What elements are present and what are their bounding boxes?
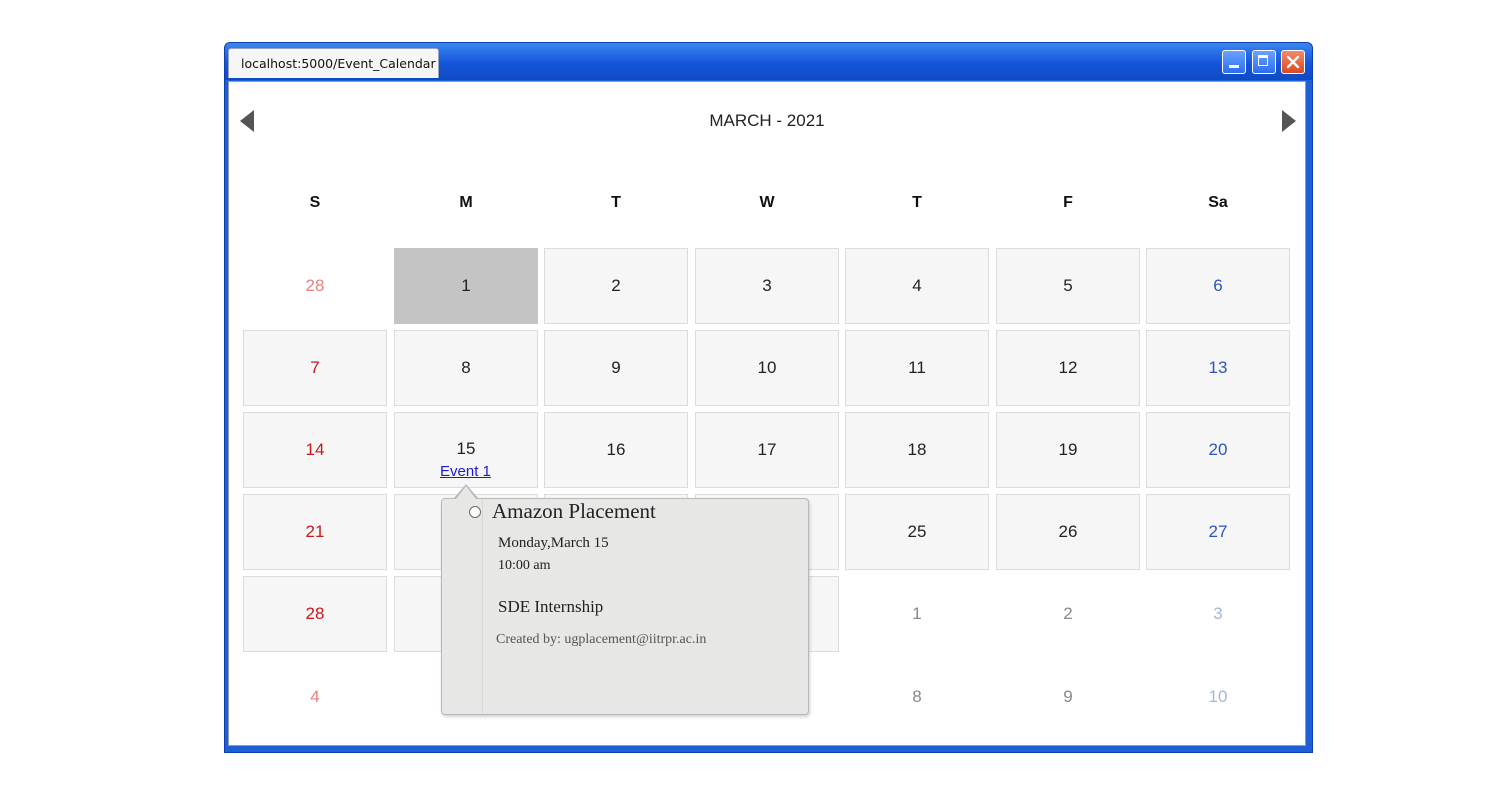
day-cell[interactable]: 26 bbox=[996, 494, 1140, 570]
weekday-header: F bbox=[1063, 194, 1073, 211]
weekday-header: S bbox=[309, 194, 321, 211]
day-cell[interactable]: 10 bbox=[695, 330, 839, 406]
popup-event-description: SDE Internship bbox=[498, 597, 604, 616]
day-cell[interactable]: 25 bbox=[845, 494, 989, 570]
popup-event-time: 10:00 am bbox=[498, 558, 551, 573]
maximize-button[interactable] bbox=[1252, 50, 1276, 74]
day-cell[interactable]: 2 bbox=[544, 248, 688, 324]
event-color-icon bbox=[469, 506, 481, 518]
day-cell[interactable]: 14 bbox=[243, 412, 387, 488]
weekday-header: T bbox=[912, 194, 922, 211]
day-cell-other-month[interactable]: 10 bbox=[1146, 659, 1290, 735]
popup-event-creator: Created by: ugplacement@iitrpr.ac.in bbox=[496, 632, 707, 647]
popup-caret-fill bbox=[456, 486, 476, 499]
day-cell-today[interactable]: 1 bbox=[394, 248, 538, 324]
day-cell[interactable]: 21 bbox=[243, 494, 387, 570]
weekday-header: T bbox=[611, 194, 621, 211]
day-cell-other-month[interactable]: 4 bbox=[243, 659, 387, 735]
next-month-arrow-icon[interactable] bbox=[1282, 110, 1296, 132]
day-cell[interactable]: 11 bbox=[845, 330, 989, 406]
day-cell-other-month[interactable]: 2 bbox=[996, 576, 1140, 652]
weekday-header: M bbox=[459, 194, 473, 211]
day-cell[interactable]: 27 bbox=[1146, 494, 1290, 570]
close-icon bbox=[1286, 55, 1300, 69]
close-button[interactable] bbox=[1281, 50, 1305, 74]
day-cell[interactable]: 16 bbox=[544, 412, 688, 488]
day-cell[interactable]: 28 bbox=[243, 576, 387, 652]
month-title: MARCH - 2021 bbox=[709, 111, 825, 130]
day-cell[interactable]: 3 bbox=[695, 248, 839, 324]
day-cell[interactable]: 8 bbox=[394, 330, 538, 406]
event-link[interactable]: Event 1 bbox=[440, 463, 491, 480]
day-cell[interactable]: 18 bbox=[845, 412, 989, 488]
day-cell[interactable]: 17 bbox=[695, 412, 839, 488]
day-cell-other-month[interactable]: 3 bbox=[1146, 576, 1290, 652]
weekday-header: Sa bbox=[1208, 194, 1228, 211]
day-cell[interactable]: 7 bbox=[243, 330, 387, 406]
day-cell[interactable]: 12 bbox=[996, 330, 1140, 406]
day-cell-other-month[interactable]: 8 bbox=[845, 659, 989, 735]
day-cell[interactable]: 4 bbox=[845, 248, 989, 324]
browser-window: localhost:5000/Event_Calendar MARCH - 20… bbox=[224, 42, 1313, 753]
day-cell-other-month[interactable]: 28 bbox=[243, 248, 387, 324]
title-bar: localhost:5000/Event_Calendar bbox=[225, 43, 1312, 80]
browser-tab[interactable]: localhost:5000/Event_Calendar bbox=[228, 48, 439, 78]
popup-divider bbox=[482, 499, 483, 714]
day-cell[interactable]: 5 bbox=[996, 248, 1140, 324]
popup-event-title: Amazon Placement bbox=[492, 499, 656, 523]
day-cell[interactable]: 6 bbox=[1146, 248, 1290, 324]
popup-event-date: Monday,March 15 bbox=[498, 535, 609, 551]
calendar-page: MARCH - 2021 S M T W T F Sa 28 1 2 3 4 5 6 7 8 9 1… bbox=[228, 81, 1306, 746]
weekday-header: W bbox=[759, 194, 775, 211]
day-cell-other-month[interactable]: 1 bbox=[845, 576, 989, 652]
minimize-button[interactable] bbox=[1222, 50, 1246, 74]
day-cell[interactable]: 9 bbox=[544, 330, 688, 406]
day-cell[interactable]: 13 bbox=[1146, 330, 1290, 406]
event-popup: Amazon Placement Monday,March 15 10:00 a… bbox=[441, 498, 809, 715]
day-cell[interactable]: 20 bbox=[1146, 412, 1290, 488]
day-cell-other-month[interactable]: 9 bbox=[996, 659, 1140, 735]
day-cell[interactable]: 19 bbox=[996, 412, 1140, 488]
